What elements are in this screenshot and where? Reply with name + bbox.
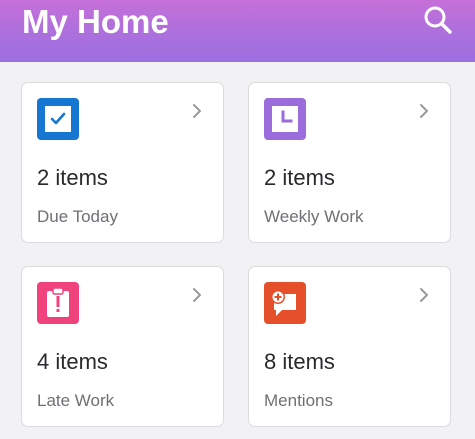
checkbox-icon xyxy=(37,98,79,140)
card-count: 4 items xyxy=(37,349,108,374)
chevron-right-icon xyxy=(193,104,201,118)
clock-icon xyxy=(264,98,306,140)
chevron-right-icon xyxy=(420,104,428,118)
card-label: Late Work xyxy=(37,391,115,410)
card-weekly-work[interactable]: 2 items Weekly Work xyxy=(248,82,451,243)
page-title: My Home xyxy=(22,3,169,40)
chevron-right-icon xyxy=(193,288,201,302)
app-header: My Home xyxy=(0,0,475,62)
card-label: Weekly Work xyxy=(264,207,364,226)
card-count: 2 items xyxy=(37,165,108,190)
alert-icon xyxy=(37,282,79,324)
card-mentions[interactable]: 8 items Mentions xyxy=(248,266,451,427)
search-button[interactable] xyxy=(420,2,456,38)
chevron-right-icon xyxy=(420,288,428,302)
card-label: Due Today xyxy=(37,207,118,226)
search-icon xyxy=(424,6,452,34)
card-late-work[interactable]: 4 items Late Work xyxy=(21,266,224,427)
card-label: Mentions xyxy=(264,391,333,410)
mention-bubble-icon xyxy=(264,282,306,324)
card-count: 2 items xyxy=(264,165,335,190)
card-count: 8 items xyxy=(264,349,335,374)
card-due-today[interactable]: 2 items Due Today xyxy=(21,82,224,243)
